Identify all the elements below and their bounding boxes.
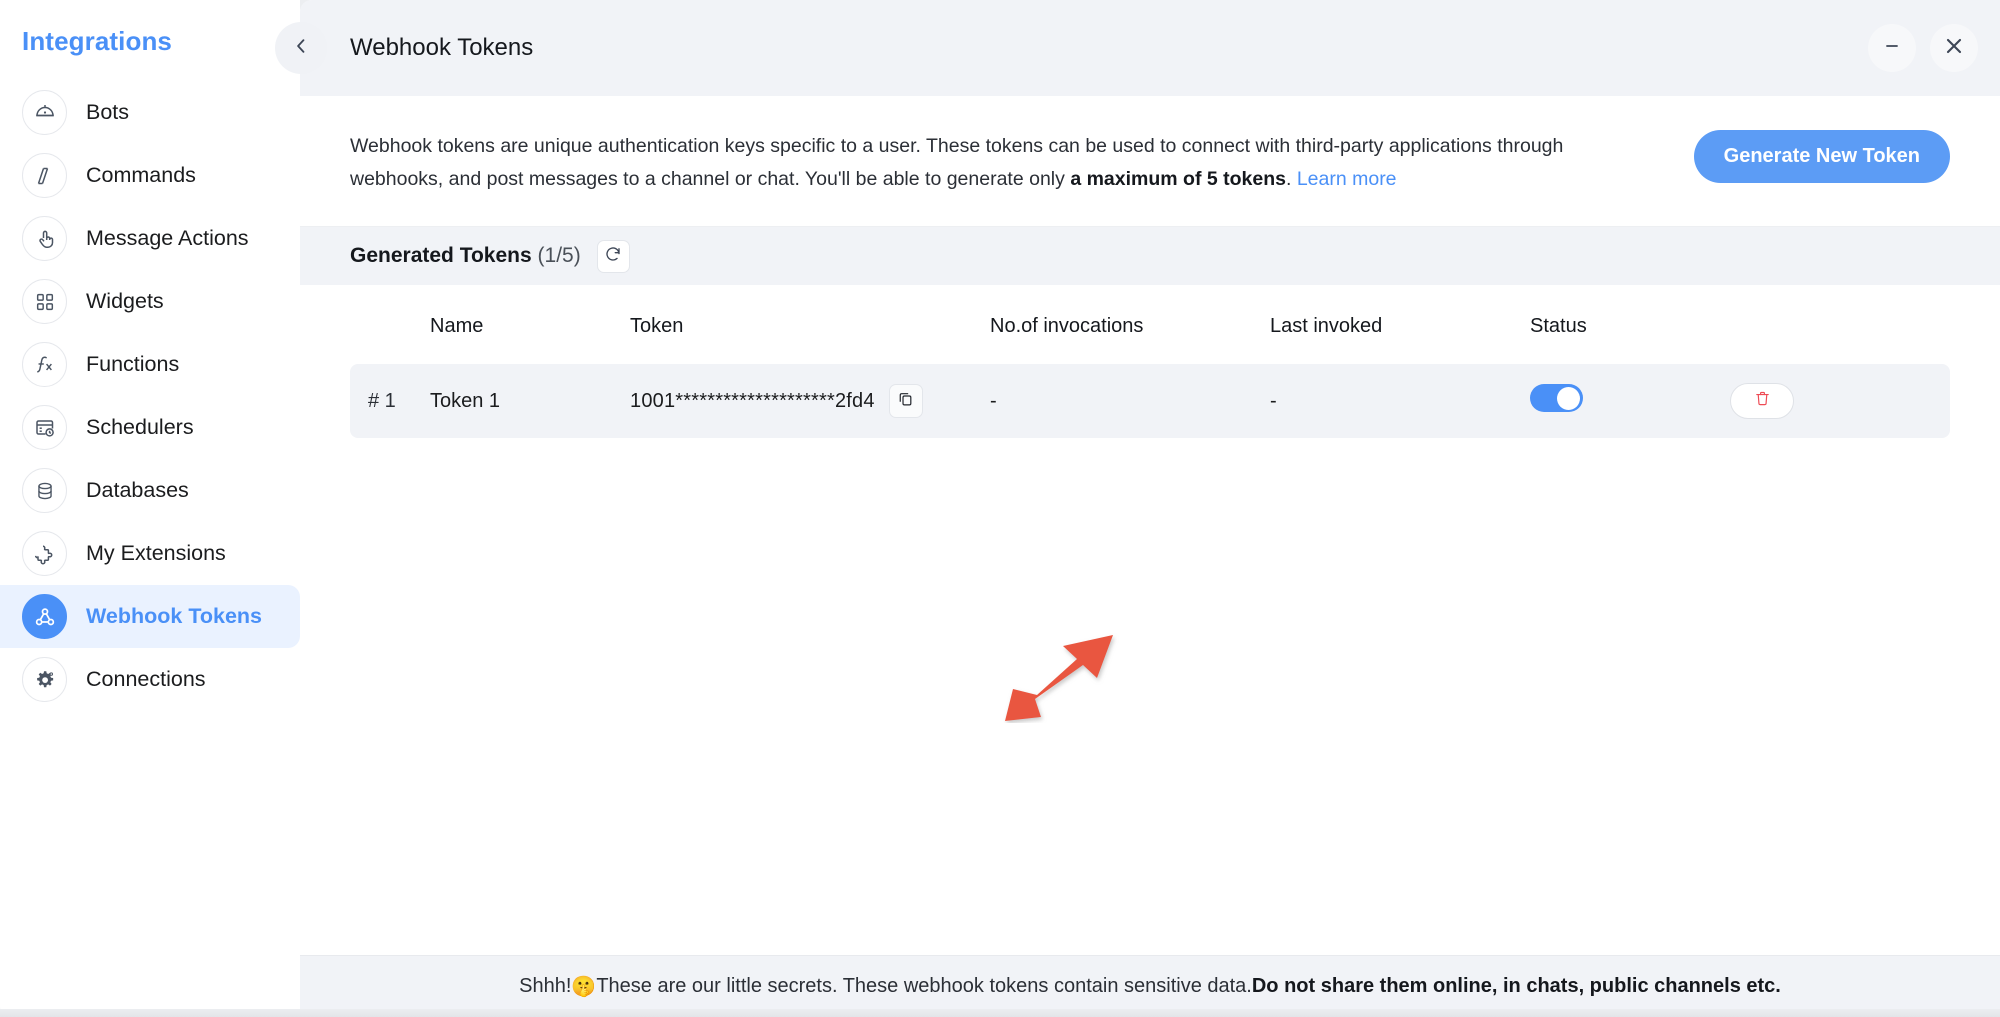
col-header-token: Token [630,285,990,364]
generated-label-text: Generated Tokens [350,244,532,267]
row-token: 1001********************2fd4 [630,364,990,438]
sidebar-title: Integrations [0,0,300,57]
generated-count: (1/5) [538,244,581,267]
table-row: # 1 Token 1 1001********************2fd4 [350,364,1950,438]
slash-command-icon [22,153,67,198]
tokens-table-head: Name Token No.of invocations Last invoke… [350,285,1950,364]
sidebar-item-label: Message Actions [86,226,249,251]
chevron-left-icon [291,36,311,61]
token-masked-value: 1001********************2fd4 [630,390,875,413]
webhook-icon [22,594,67,639]
learn-more-link[interactable]: Learn more [1297,168,1397,190]
sidebar-item-label: My Extensions [86,541,226,566]
database-icon [22,468,67,513]
grid-squares-icon [22,279,67,324]
panel-header: Webhook Tokens [300,0,2000,96]
trash-icon [1753,389,1772,414]
footer-text-start: Shhh! [519,975,571,998]
bot-icon [22,90,67,135]
sidebar-item-message-actions[interactable]: Message Actions [0,207,300,270]
row-actions [1730,364,1950,438]
col-header-invocations: No.of invocations [990,285,1270,364]
sidebar-item-schedulers[interactable]: Schedulers [0,396,300,459]
sidebar-item-label: Databases [86,478,189,503]
tokens-table: Name Token No.of invocations Last invoke… [350,285,1950,438]
sidebar-item-functions[interactable]: Functions [0,333,300,396]
col-header-status: Status [1530,285,1730,364]
col-header-index [350,285,430,364]
sidebar-item-databases[interactable]: Databases [0,459,300,522]
col-header-actions [1730,285,1950,364]
minimize-icon [1882,36,1902,61]
footer-text-bold: Do not share them online, in chats, publ… [1252,975,1781,998]
sidebar-item-widgets[interactable]: Widgets [0,270,300,333]
gear-icon [22,657,67,702]
close-button[interactable] [1930,24,1978,72]
row-status [1530,364,1730,438]
description-text: Webhook tokens are unique authentication… [350,130,1630,196]
description-section: Webhook tokens are unique authentication… [300,96,2000,227]
sidebar-item-commands[interactable]: Commands [0,144,300,207]
col-header-name: Name [430,285,630,364]
token-cell: 1001********************2fd4 [630,384,990,418]
minimize-button[interactable] [1868,24,1916,72]
sidebar-item-bots[interactable]: Bots [0,81,300,144]
puzzle-piece-icon [22,531,67,576]
col-header-last-invoked: Last invoked [1270,285,1530,364]
sidebar-item-webhook-tokens[interactable]: Webhook Tokens [0,585,300,648]
function-fx-icon [22,342,67,387]
sidebar-nav: Bots Commands [0,81,300,711]
refresh-button[interactable] [597,240,630,273]
row-invocations: - [990,364,1270,438]
tokens-table-container: Name Token No.of invocations Last invoke… [300,285,2000,955]
generate-new-token-button[interactable]: Generate New Token [1694,130,1950,183]
sidebar-item-connections[interactable]: Connections [0,648,300,711]
tokens-table-body: # 1 Token 1 1001********************2fd4 [350,364,1950,438]
close-icon [1942,34,1966,63]
row-last-invoked: - [1270,364,1530,438]
window-bottom-edge [0,1009,2000,1017]
sidebar-item-label: Webhook Tokens [86,604,262,629]
refresh-icon [604,245,622,268]
copy-icon [897,390,914,413]
row-index: # 1 [350,364,430,438]
footer-warning: Shhh! 🤫 These are our little secrets. Th… [300,955,2000,1017]
sidebar-item-label: Schedulers [86,415,194,440]
sidebar-item-label: Bots [86,100,129,125]
sidebar-item-label: Widgets [86,289,164,314]
sidebar-item-label: Functions [86,352,179,377]
table-header-row: Name Token No.of invocations Last invoke… [350,285,1950,364]
generated-tokens-label: Generated Tokens (1/5) [350,244,581,268]
footer-text-mid: These are our little secrets. These webh… [596,975,1252,998]
description-part2: . [1286,168,1297,190]
sidebar-item-label: Connections [86,667,206,692]
sidebar-item-my-extensions[interactable]: My Extensions [0,522,300,585]
generated-tokens-bar: Generated Tokens (1/5) [300,227,2000,285]
calendar-clock-icon [22,405,67,450]
annotation-arrow [1003,633,1123,723]
copy-token-button[interactable] [889,384,923,418]
status-toggle[interactable] [1530,384,1583,412]
delete-token-button[interactable] [1730,383,1794,419]
row-name: Token 1 [430,364,630,438]
sidebar: Integrations Bots Comman [0,0,300,1017]
shushing-face-emoji: 🤫 [571,974,596,999]
main-panel: Webhook Tokens [300,0,2000,1017]
app-window: Integrations Bots Comman [0,0,2000,1017]
tap-hand-icon [22,216,67,261]
page-title: Webhook Tokens [350,34,533,62]
toggle-knob [1557,387,1580,410]
description-bold: a maximum of 5 tokens [1070,168,1286,190]
sidebar-collapse-button[interactable] [275,22,327,74]
sidebar-item-label: Commands [86,163,196,188]
window-controls [1868,24,1978,72]
